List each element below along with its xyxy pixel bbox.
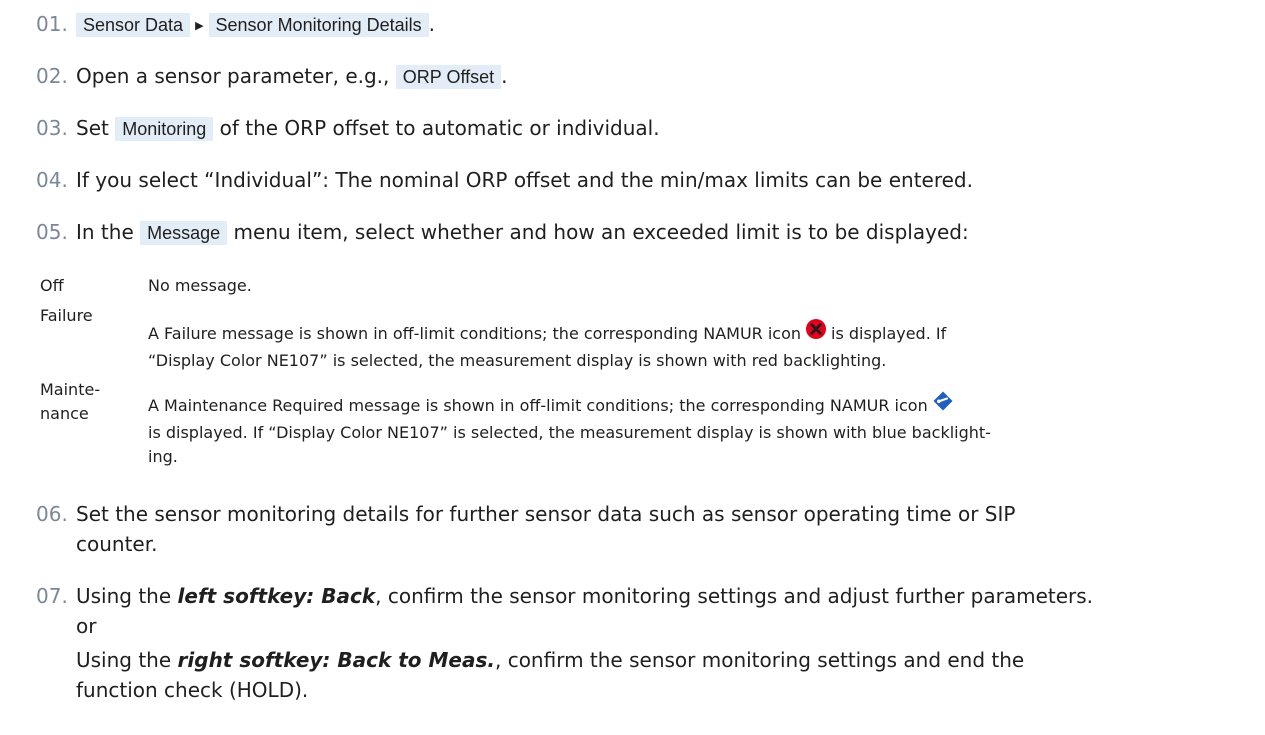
right-softkey-back-to-meas-label: right softkey: Back to Meas. bbox=[177, 648, 495, 672]
step-number: 01. bbox=[36, 12, 68, 36]
message-options-list: Off No message. Failure A Failure messag… bbox=[40, 274, 1240, 466]
step-03: 03. Set Monitoring of the ORP offset to a… bbox=[36, 116, 660, 141]
menu-path-sensor-data[interactable]: Sensor Data bbox=[76, 13, 191, 37]
path-arrow-icon: ▶ bbox=[195, 19, 204, 32]
option-term-maintenance: Mainte- nance bbox=[40, 380, 101, 423]
option-desc-off: No message. bbox=[148, 276, 252, 295]
step-05: 05. In the Message menu item, select whet… bbox=[36, 220, 969, 245]
step-06: 06. Set the sensor monitoring details for… bbox=[36, 502, 1016, 526]
step-01: 01. Sensor Data ▶ Sensor Monitoring Details… bbox=[36, 12, 435, 37]
namur-failure-icon bbox=[805, 318, 827, 347]
namur-maintenance-icon bbox=[932, 390, 954, 419]
step-number: 06. bbox=[36, 502, 68, 526]
step-07: 07. Using the left softkey: Back, confirm… bbox=[36, 584, 1094, 608]
step-04: 04. If you select “Individual”: The nomin… bbox=[36, 168, 973, 192]
left-softkey-back-label: left softkey: Back bbox=[177, 584, 376, 608]
step-number: 05. bbox=[36, 220, 68, 244]
step-number: 02. bbox=[36, 64, 68, 88]
menu-path-sensor-monitoring-details[interactable]: Sensor Monitoring Details bbox=[208, 13, 429, 37]
step-number: 07. bbox=[36, 584, 68, 608]
step-06-continuation: counter. bbox=[76, 532, 158, 556]
menu-item-monitoring[interactable]: Monitoring bbox=[115, 117, 214, 141]
step-07-alternative: Using the right softkey: Back to Meas., … bbox=[76, 648, 1025, 672]
option-term-failure: Failure bbox=[40, 306, 93, 325]
menu-item-orp-offset[interactable]: ORP Offset bbox=[395, 65, 502, 89]
menu-item-message[interactable]: Message bbox=[140, 221, 228, 245]
step-07-or: or bbox=[76, 614, 97, 638]
option-desc-maintenance: A Maintenance Required message is shown … bbox=[148, 390, 1248, 469]
step-number: 03. bbox=[36, 116, 68, 140]
step-07-alternative-continuation: function check (HOLD). bbox=[76, 678, 309, 702]
option-term-off: Off bbox=[40, 276, 64, 295]
step-number: 04. bbox=[36, 168, 68, 192]
step-02: 02. Open a sensor parameter, e.g., ORP Of… bbox=[36, 64, 508, 89]
instruction-document: 01. Sensor Data ▶ Sensor Monitoring Details… bbox=[0, 0, 1265, 735]
option-desc-failure: A Failure message is shown in off-limit … bbox=[148, 318, 1248, 373]
